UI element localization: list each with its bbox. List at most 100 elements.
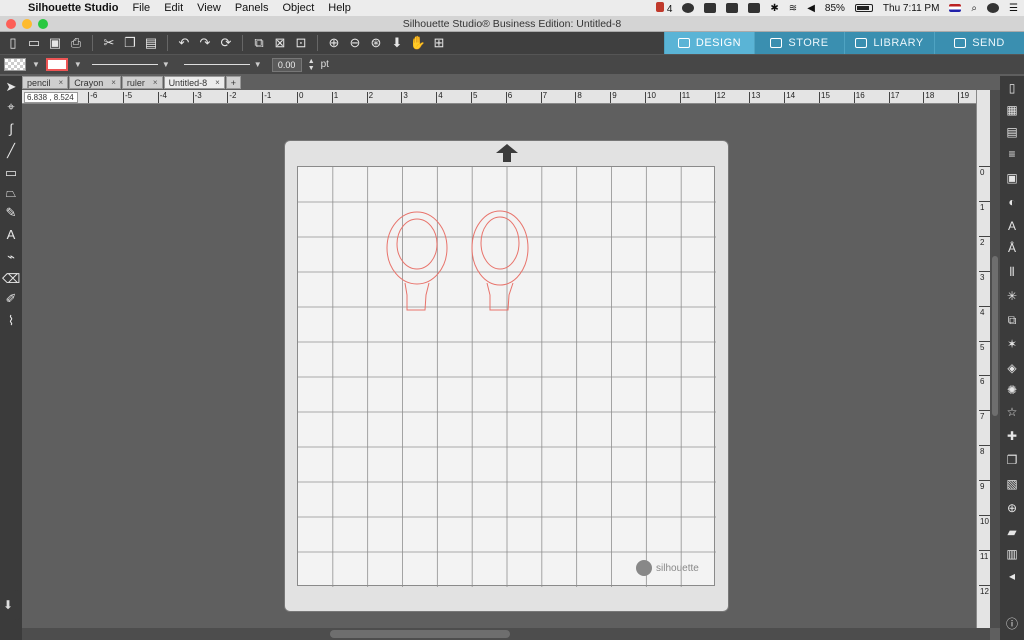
release-icon[interactable]: ⊡ [292,34,310,52]
text-tool-icon[interactable]: A [2,226,20,244]
align-icon[interactable]: ⫴ [1004,264,1020,280]
clock[interactable]: Thu 7:11 PM [883,3,940,14]
sketch-icon[interactable]: ☆ [1004,404,1020,420]
bluetooth-icon[interactable]: ✱ [770,3,778,14]
save-icon[interactable]: ▣ [46,34,64,52]
point-edit-icon[interactable]: ⌖ [2,98,20,116]
menu-help[interactable]: Help [328,2,351,14]
minimize-window-button[interactable] [22,19,32,29]
fit-page-icon[interactable]: ⊞ [430,34,448,52]
brush-tool-icon[interactable]: ⌇ [2,312,20,330]
puzzle-icon[interactable]: ✚ [1004,428,1020,444]
line-style-select[interactable]: ▼ [88,60,174,69]
doc-tab-pencil[interactable]: pencil × [22,76,69,89]
design-store-icon[interactable]: ⊕ [1004,500,1020,516]
menu-view[interactable]: View [197,2,221,14]
ungroup-icon[interactable]: ⊠ [271,34,289,52]
group-icon[interactable]: ⧉ [250,34,268,52]
line-dash-select[interactable]: ▼ [180,60,266,69]
line-style-icon[interactable]: ≡ [1004,146,1020,162]
dropbox-icon[interactable] [704,3,717,13]
tab-library[interactable]: LIBRARY [844,32,934,54]
paste-icon[interactable]: ▤ [142,34,160,52]
oval-shape-left[interactable] [386,211,448,311]
line-width-input[interactable]: 0.00 [271,57,302,72]
trace-icon[interactable]: ✺ [1004,382,1020,398]
doc-tab-untitled-8[interactable]: Untitled-8 × [163,76,225,89]
tab-store[interactable]: STORE [754,32,844,54]
close-icon[interactable]: × [215,78,220,87]
notification-item[interactable]: 4 [656,1,672,15]
horizontal-ruler[interactable]: -6 -5 -4 -3 -2 -1 0 1 2 3 4 5 6 7 8 9 10 11 12 13 14 15 16 17 18… [22,90,978,104]
library-panel-icon[interactable]: ▰ [1004,524,1020,540]
vertical-ruler[interactable]: 0 1 2 3 4 5 6 7 8 9 10 11 12 [976,90,990,628]
print-icon[interactable]: ⎙ [67,34,85,52]
new-document-icon[interactable]: ▯ [4,34,22,52]
undo-icon[interactable]: ↶ [175,34,193,52]
menu-edit[interactable]: Edit [164,2,183,14]
battery-icon[interactable] [854,4,873,12]
spotlight-icon[interactable]: ⌕ [971,3,977,14]
refresh-icon[interactable]: ⟳ [217,34,235,52]
menu-file[interactable]: File [132,2,150,14]
new-tab-button[interactable]: + [225,76,242,89]
tab-design[interactable]: DESIGN [664,32,754,54]
pattern-fill-icon[interactable]: ▧ [1004,476,1020,492]
move-down-icon[interactable]: ⬇ [388,34,406,52]
redo-icon[interactable]: ↷ [196,34,214,52]
pan-hand-icon[interactable]: ✋ [409,34,427,52]
page-setup-icon[interactable]: ▯ [1004,80,1020,96]
scrollbar-thumb[interactable] [992,256,998,416]
polygon-tool-icon[interactable]: ⏢ [2,184,20,202]
close-icon[interactable]: × [111,78,116,87]
fill-color-icon[interactable]: ▣ [1004,170,1020,186]
tab-send[interactable]: SEND [934,32,1024,54]
help-icon[interactable]: ⓘ [1004,616,1020,632]
creative-cloud-icon[interactable] [682,3,695,13]
open-folder-icon[interactable]: ▭ [25,34,43,52]
eraser-tool-icon[interactable]: ⌫ [2,270,20,288]
grid-settings-icon[interactable]: ▤ [1004,124,1020,140]
cut-icon[interactable]: ✂ [100,34,118,52]
zoom-out-icon[interactable]: ⊖ [346,34,364,52]
line-color-dropdown-icon[interactable]: ▼ [74,60,82,69]
transform-icon[interactable]: ✳ [1004,288,1020,304]
replicate-icon[interactable]: ⧉ [1004,312,1020,328]
map-icon[interactable]: ▥ [1004,546,1020,562]
wifi-icon[interactable]: ≋ [789,3,797,14]
rectangle-tool-icon[interactable]: ▭ [2,164,20,182]
fill-color-swatch[interactable] [4,58,26,71]
horizontal-scrollbar[interactable] [22,628,990,640]
select-arrow-icon[interactable]: ➤ [2,78,20,96]
menu-object[interactable]: Object [282,2,314,14]
curve-tool-icon[interactable]: ∫ [2,120,20,138]
layers-icon[interactable]: ❐ [1004,452,1020,468]
eyedropper-tool-icon[interactable]: ✐ [2,290,20,308]
screen-share-icon[interactable] [726,3,739,13]
volume-icon[interactable]: ◀ [807,3,815,14]
vertical-scrollbar[interactable] [990,90,1000,628]
doc-tab-crayon[interactable]: Crayon × [69,76,121,89]
pixscan-icon[interactable]: ▦ [1004,102,1020,118]
text-path-icon[interactable]: Å [1004,240,1020,256]
close-icon[interactable]: × [153,78,158,87]
close-window-button[interactable] [6,19,16,29]
app-name-menu[interactable]: Silhouette Studio [28,2,118,14]
doc-tab-ruler[interactable]: ruler × [121,76,163,89]
pencil-tool-icon[interactable]: ✎ [2,204,20,222]
menu-panels[interactable]: Panels [235,2,269,14]
modify-icon[interactable]: ✶ [1004,336,1020,352]
oval-shape-right[interactable] [471,210,529,311]
expand-arrow-icon[interactable]: ◂ [1004,568,1020,584]
zoom-select-icon[interactable]: ⊛ [367,34,385,52]
copy-icon[interactable]: ❐ [121,34,139,52]
offset-icon[interactable]: ◈ [1004,360,1020,376]
zoom-in-icon[interactable]: ⊕ [325,34,343,52]
line-tool-icon[interactable]: ╱ [2,142,20,160]
scrollbar-thumb[interactable] [330,630,510,638]
notification-center-icon[interactable]: ☰ [1009,3,1018,14]
text-style-icon[interactable]: A [1004,218,1020,234]
siri-icon[interactable] [987,3,1000,13]
contrast-icon[interactable]: ◐ [1004,194,1020,210]
fill-dropdown-icon[interactable]: ▼ [32,60,40,69]
